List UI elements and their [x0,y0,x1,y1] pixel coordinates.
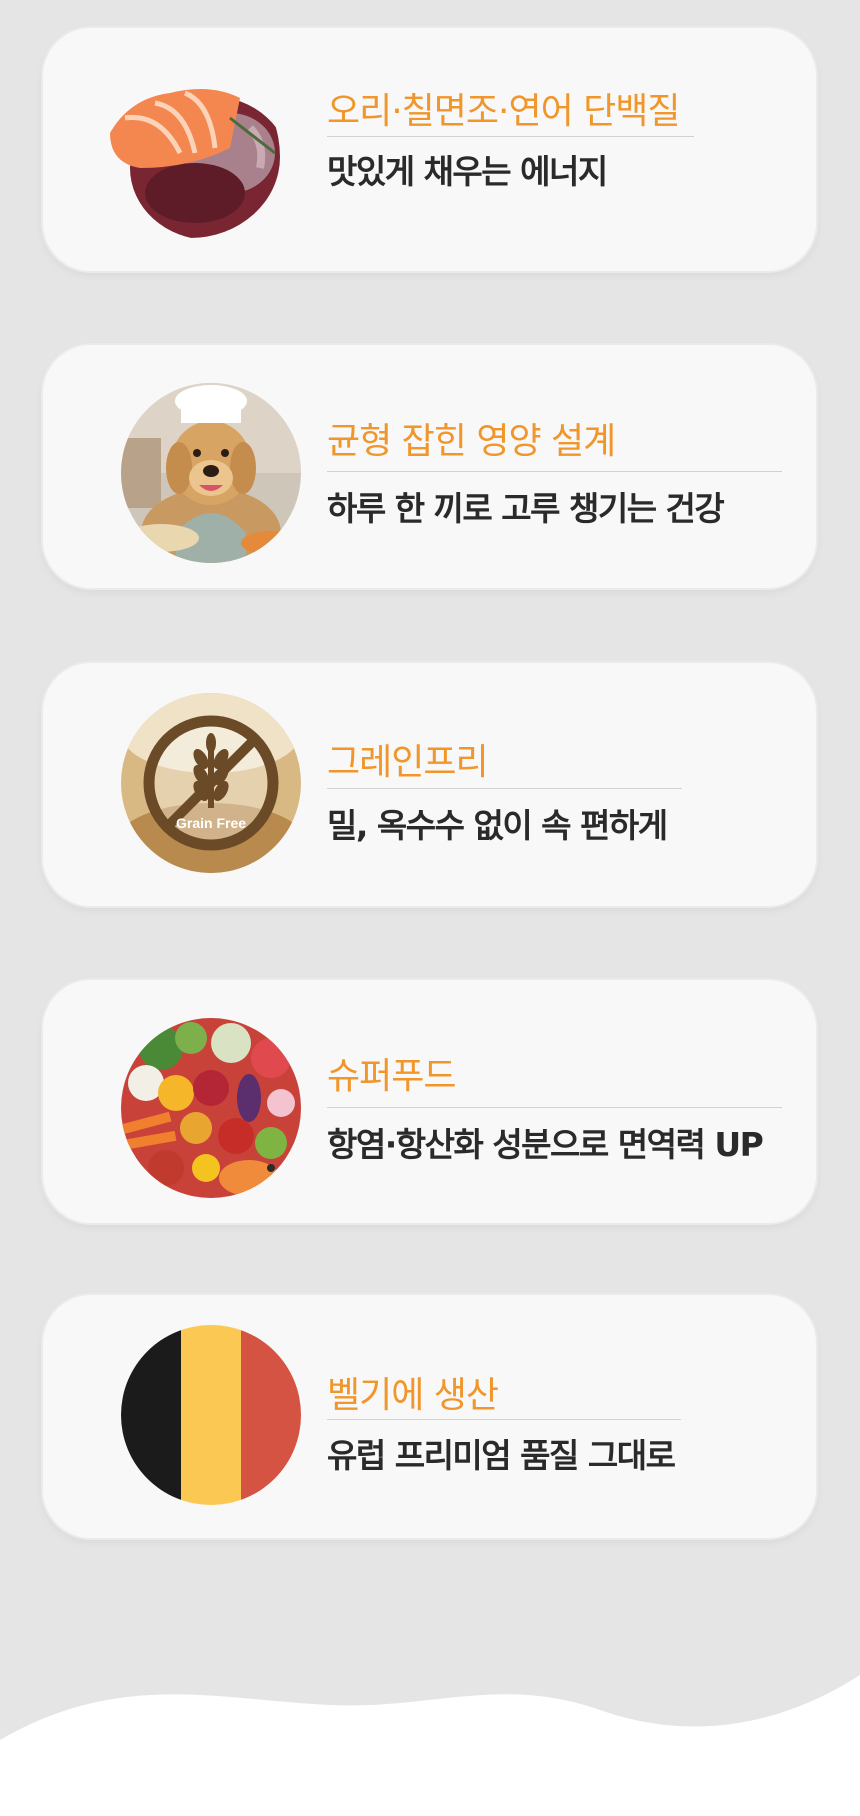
divider [327,788,682,789]
divider [327,471,782,472]
feature-card-nutrition: 균형 잡힌 영양 설계 하루 한 끼로 고루 챙기는 건강 [43,345,816,588]
feature-title: 균형 잡힌 영양 설계 [327,421,616,462]
feature-desc: 맛있게 채우는 에너지 [327,152,608,191]
grain-free-badge-text: Grain Free [175,815,247,831]
vegetables-fruits-image [121,1018,301,1198]
divider [327,1107,782,1108]
feature-card-superfood: 슈퍼푸드 항염·항산화 성분으로 면역력 UP [43,980,816,1223]
feature-card-protein: 오리·칠면조·연어 단백질 맛있게 채우는 에너지 [43,28,816,271]
feature-title: 그레인프리 [327,742,489,783]
feature-card-belgium: 벨기에 생산 유럽 프리미엄 품질 그대로 [43,1295,816,1538]
divider [327,1419,681,1420]
feature-card-grain-free: Grain Free 그레인프리 밀, 옥수수 없이 속 편하게 [43,663,816,906]
feature-title: 벨기에 생산 [327,1375,499,1416]
bottom-wave [0,1675,860,1816]
feature-desc: 밀, 옥수수 없이 속 편하게 [327,806,668,845]
feature-title: 슈퍼푸드 [327,1056,456,1097]
feature-title: 오리·칠면조·연어 단백질 [327,91,681,132]
feature-desc: 하루 한 끼로 고루 챙기는 건강 [327,489,725,528]
belgium-flag-icon [121,1325,301,1505]
divider [327,136,694,137]
chef-dog-image [121,383,301,563]
grain-free-image: Grain Free [121,693,301,873]
feature-desc: 항염·항산화 성분으로 면역력 UP [327,1125,764,1164]
salmon-meat-image [100,58,280,238]
feature-desc: 유럽 프리미엄 품질 그대로 [327,1436,676,1475]
